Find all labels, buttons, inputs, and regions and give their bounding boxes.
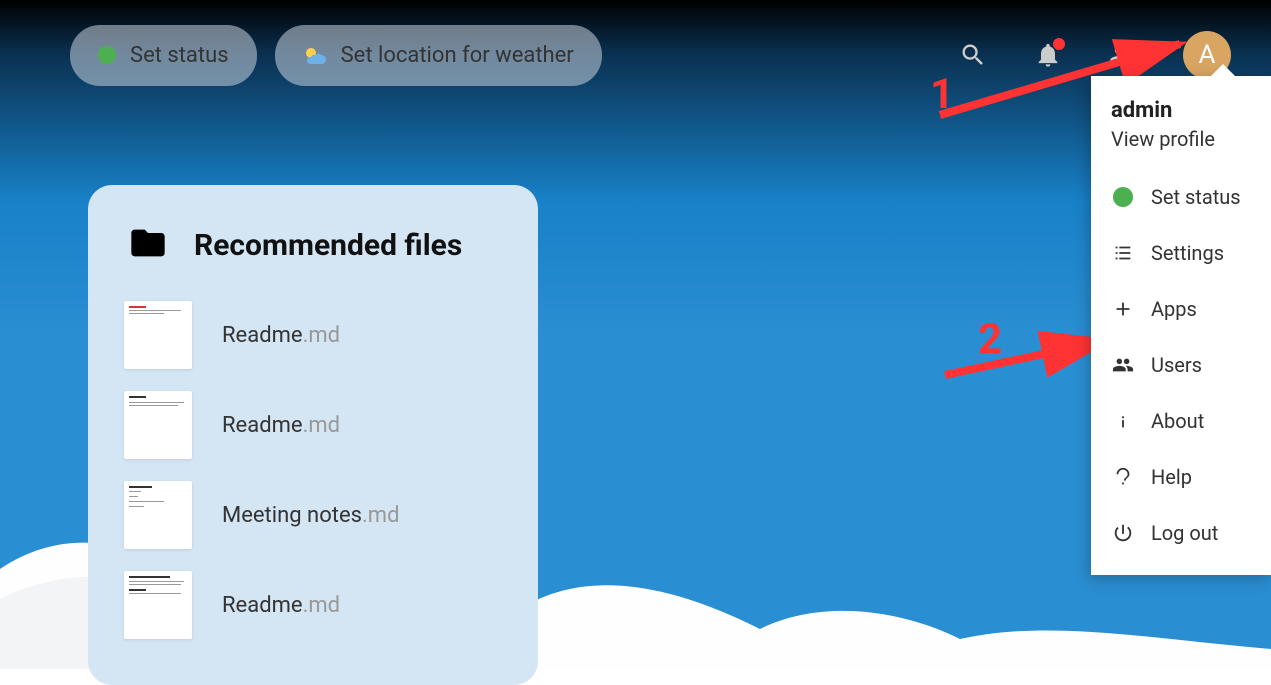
notifications-icon[interactable] bbox=[1033, 40, 1063, 70]
menu-label: Log out bbox=[1151, 521, 1218, 545]
top-bar: Set status Set location for weather A bbox=[0, 0, 1271, 110]
power-icon bbox=[1111, 521, 1135, 545]
file-name: Readme.md bbox=[222, 413, 340, 438]
dropdown-username: admin bbox=[1111, 98, 1251, 123]
settings-list-icon bbox=[1111, 241, 1135, 265]
file-row[interactable]: Readme.md bbox=[124, 301, 502, 369]
view-profile-link[interactable]: View profile bbox=[1111, 127, 1251, 151]
file-row[interactable]: Readme.md bbox=[124, 391, 502, 459]
file-thumbnail-icon bbox=[124, 481, 192, 549]
set-status-pill[interactable]: Set status bbox=[70, 25, 257, 86]
users-icon bbox=[1111, 353, 1135, 377]
card-title: Recommended files bbox=[194, 228, 462, 263]
status-dot-icon bbox=[1111, 185, 1135, 209]
top-icons: A bbox=[958, 31, 1251, 79]
menu-label: Settings bbox=[1151, 241, 1224, 265]
notification-badge-icon bbox=[1053, 38, 1065, 50]
search-icon[interactable] bbox=[958, 40, 988, 70]
status-dot-icon bbox=[98, 46, 116, 64]
card-header: Recommended files bbox=[124, 223, 502, 267]
file-thumbnail-icon bbox=[124, 571, 192, 639]
file-name: Readme.md bbox=[222, 593, 340, 618]
set-status-label: Set status bbox=[130, 43, 229, 68]
file-name: Meeting notes.md bbox=[222, 503, 399, 528]
menu-set-status[interactable]: Set status bbox=[1091, 169, 1271, 225]
set-weather-pill[interactable]: Set location for weather bbox=[275, 25, 602, 86]
file-thumbnail-icon bbox=[124, 391, 192, 459]
weather-icon bbox=[303, 43, 327, 67]
menu-users[interactable]: Users bbox=[1091, 337, 1271, 393]
recommended-files-card: Recommended files Readme.md Readme.md Me… bbox=[88, 185, 538, 685]
dropdown-header: admin View profile bbox=[1091, 94, 1271, 169]
file-row[interactable]: Meeting notes.md bbox=[124, 481, 502, 549]
menu-label: Users bbox=[1151, 353, 1202, 377]
menu-about[interactable]: About bbox=[1091, 393, 1271, 449]
menu-apps[interactable]: Apps bbox=[1091, 281, 1271, 337]
menu-label: Help bbox=[1151, 465, 1192, 489]
set-weather-label: Set location for weather bbox=[341, 43, 574, 68]
menu-label: About bbox=[1151, 409, 1204, 433]
file-row[interactable]: Readme.md bbox=[124, 571, 502, 639]
folder-icon bbox=[124, 223, 172, 267]
menu-label: Apps bbox=[1151, 297, 1197, 321]
menu-help[interactable]: Help bbox=[1091, 449, 1271, 505]
menu-label: Set status bbox=[1151, 185, 1241, 209]
contacts-icon[interactable] bbox=[1108, 40, 1138, 70]
user-dropdown: admin View profile Set status Settings A… bbox=[1091, 76, 1271, 575]
file-thumbnail-icon bbox=[124, 301, 192, 369]
menu-settings[interactable]: Settings bbox=[1091, 225, 1271, 281]
file-name: Readme.md bbox=[222, 323, 340, 348]
plus-icon bbox=[1111, 297, 1135, 321]
info-icon bbox=[1111, 409, 1135, 433]
question-icon bbox=[1111, 465, 1135, 489]
menu-logout[interactable]: Log out bbox=[1091, 505, 1271, 561]
